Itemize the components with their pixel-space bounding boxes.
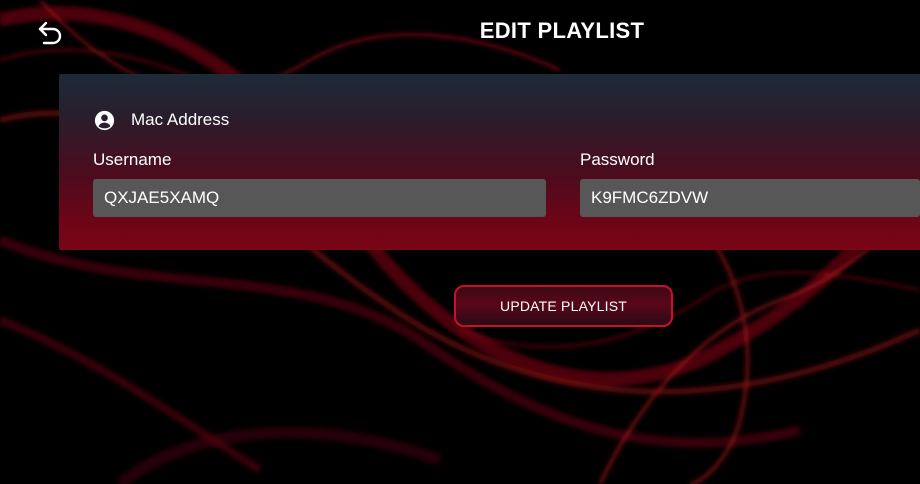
edit-playlist-screen: EDIT PLAYLIST Mac Address Username Passw…: [0, 0, 920, 484]
username-label: Username: [93, 150, 172, 169]
password-input[interactable]: [580, 179, 920, 217]
page-title: EDIT PLAYLIST: [479, 18, 645, 43]
username-input[interactable]: [93, 179, 546, 217]
mac-address-label: Mac Address: [131, 110, 230, 129]
update-playlist-button[interactable]: UPDATE PLAYLIST: [454, 285, 673, 327]
password-label: Password: [580, 150, 655, 169]
account-circle-icon: [93, 109, 115, 131]
mac-address-row: Mac Address: [93, 108, 229, 132]
playlist-form-panel: [59, 74, 920, 250]
